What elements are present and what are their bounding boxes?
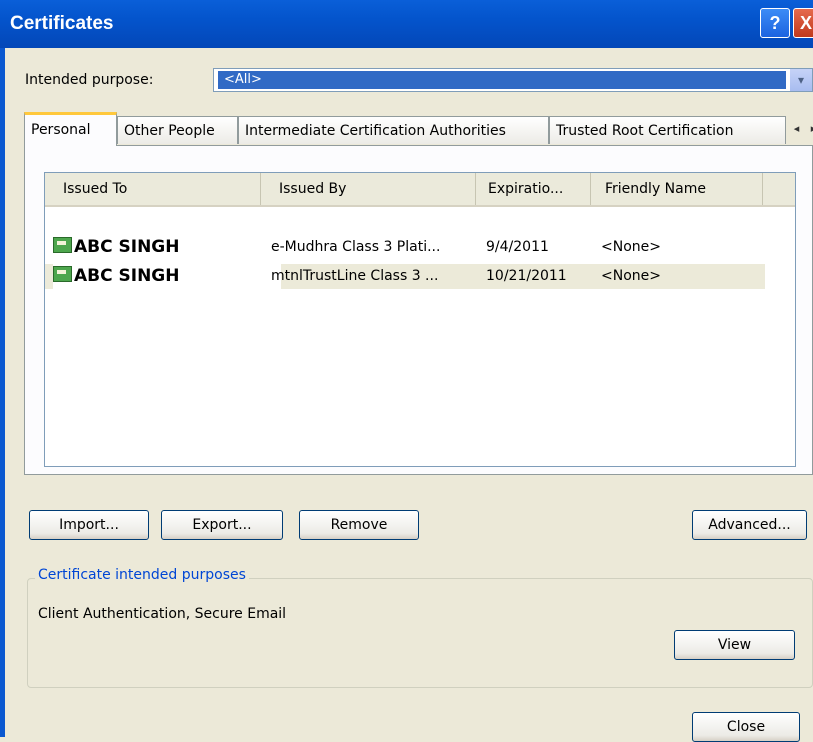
- table-row[interactable]: ABC SINGH e-Mudhra Class 3 Plati... 9/4/…: [45, 235, 765, 260]
- column-expiration[interactable]: Expiratio...: [476, 173, 591, 205]
- expiration-cell: 9/4/2011: [486, 239, 549, 255]
- friendly-name-cell: <None>: [601, 239, 661, 255]
- chevron-down-icon[interactable]: ▾: [790, 69, 812, 91]
- advanced-button[interactable]: Advanced...: [692, 510, 807, 540]
- intended-purpose-dropdown[interactable]: <All> ▾: [213, 68, 813, 92]
- help-button[interactable]: ?: [760, 8, 790, 38]
- issued-to-text: ABC SINGH: [74, 237, 180, 257]
- tab-personal[interactable]: Personal: [24, 112, 117, 146]
- certificate-icon: [53, 266, 72, 282]
- column-issued-by[interactable]: Issued By: [261, 173, 476, 205]
- tab-intermediate-ca[interactable]: Intermediate Certification Authorities: [238, 116, 549, 144]
- group-title: Certificate intended purposes: [35, 567, 249, 583]
- remove-button[interactable]: Remove: [299, 510, 419, 540]
- expiration-cell: 10/21/2011: [486, 268, 567, 284]
- column-friendly-name[interactable]: Friendly Name: [591, 173, 763, 205]
- intended-purpose-label: Intended purpose:: [25, 72, 154, 88]
- title-bar[interactable]: Certificates ? X: [0, 0, 813, 48]
- intended-purpose-value: <All>: [218, 71, 786, 89]
- window-title: Certificates: [10, 13, 114, 34]
- issued-to-cell: ABC SINGH: [53, 235, 253, 260]
- intended-purposes-text: Client Authentication, Secure Email: [38, 606, 287, 622]
- issued-to-text: ABC SINGH: [74, 266, 180, 286]
- issued-by-cell: e-Mudhra Class 3 Plati...: [271, 239, 441, 255]
- friendly-name-cell: <None>: [601, 268, 661, 284]
- certificate-icon: [53, 237, 72, 253]
- certificate-list[interactable]: Issued To Issued By Expiratio... Friendl…: [44, 172, 796, 467]
- column-issued-to[interactable]: Issued To: [45, 173, 261, 205]
- table-row[interactable]: ABC SINGH mtnlTrustLine Class 3 ... 10/2…: [45, 264, 765, 289]
- close-window-button[interactable]: X: [793, 8, 813, 38]
- view-button[interactable]: View: [674, 630, 795, 660]
- export-button[interactable]: Export...: [161, 510, 283, 540]
- issued-by-cell: mtnlTrustLine Class 3 ...: [271, 268, 439, 284]
- tab-trusted-root-ca[interactable]: Trusted Root Certification: [549, 116, 786, 144]
- certificate-store-tabs: Personal Other People Intermediate Certi…: [24, 112, 813, 146]
- tab-other-people[interactable]: Other People: [117, 116, 238, 144]
- window-border: [0, 48, 5, 737]
- list-header: Issued To Issued By Expiratio... Friendl…: [45, 173, 795, 207]
- issued-to-cell: ABC SINGH: [53, 264, 281, 289]
- import-button[interactable]: Import...: [29, 510, 149, 540]
- close-button[interactable]: Close: [692, 712, 800, 742]
- tab-scroll-arrows-icon[interactable]: ◂ ▸: [786, 118, 813, 140]
